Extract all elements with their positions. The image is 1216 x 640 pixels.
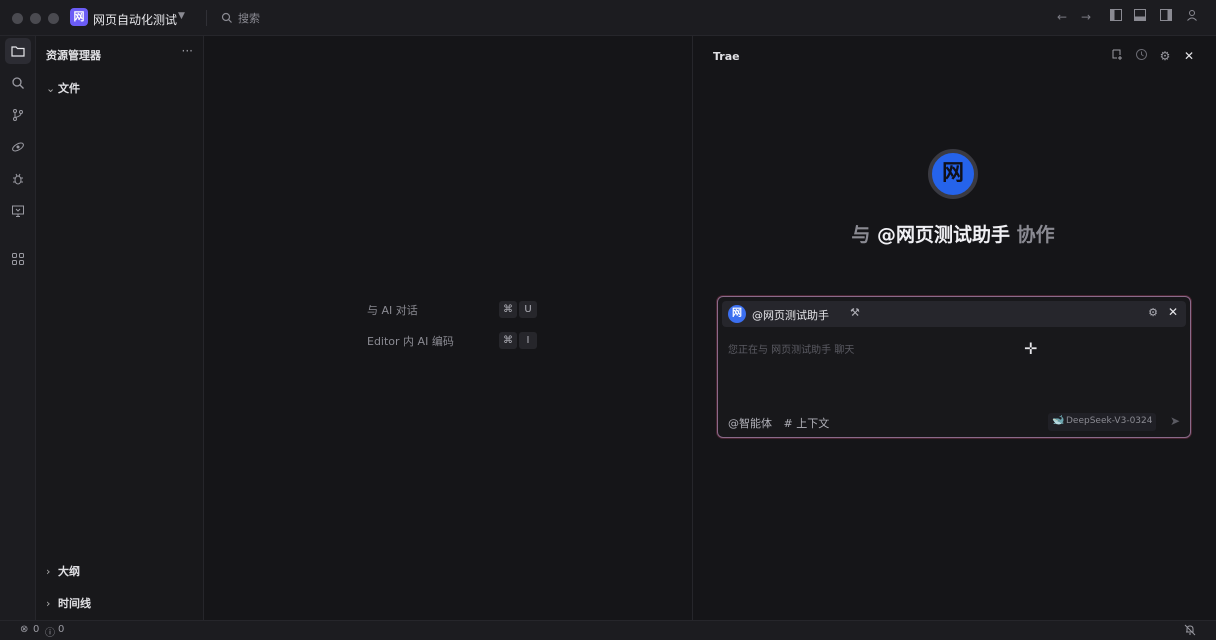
settings-gear-icon[interactable]: ⚙	[1157, 48, 1173, 64]
hint-label: Editor 内 AI 编码	[367, 335, 454, 348]
remote-icon[interactable]	[5, 134, 31, 160]
explorer-title: 资源管理器	[46, 49, 101, 62]
input-toolbar: @智能体 # 上下文	[728, 415, 829, 431]
divider	[206, 10, 207, 26]
agent-settings-gear-icon[interactable]: ⚙	[1148, 306, 1158, 319]
close-window-button[interactable]	[12, 13, 23, 24]
hint-label: 与 AI 对话	[367, 304, 418, 317]
chevron-down-icon[interactable]: ▼	[178, 11, 185, 21]
mention-agent-button[interactable]: @智能体	[728, 417, 772, 430]
collab-agent: @网页测试助手	[876, 224, 1010, 246]
app-logo: 网	[70, 8, 88, 26]
title-bar: 网 网页自动化测试 ▼ 搜索 ← →	[0, 0, 1216, 36]
chat-input-placeholder[interactable]: 您正在与 网页测试助手 聊天	[728, 341, 854, 356]
warning-icon[interactable]: ⓘ	[45, 624, 55, 639]
notifications-off-icon[interactable]	[1184, 624, 1196, 639]
minimize-window-button[interactable]	[30, 13, 41, 24]
collab-prefix: 与	[851, 224, 871, 246]
explorer-icon[interactable]	[5, 38, 31, 64]
error-count[interactable]: 0	[33, 624, 39, 635]
context-button[interactable]: # 上下文	[784, 417, 830, 430]
remove-agent-close-icon[interactable]: ✕	[1168, 305, 1178, 319]
collab-suffix: 协作	[1016, 224, 1055, 246]
search-icon	[221, 12, 232, 23]
new-chat-icon[interactable]	[1109, 48, 1125, 64]
warning-count[interactable]: 0	[58, 624, 64, 635]
chevron-right-icon: ›	[46, 597, 51, 610]
model-name: DeepSeek-V3-0324	[1066, 416, 1153, 426]
status-bar: ⊗ 0 ⓘ 0	[0, 620, 1216, 640]
toggle-bottom-panel-icon[interactable]	[1132, 9, 1148, 25]
chevron-right-icon: ›	[46, 565, 51, 578]
explorer-panel: 资源管理器 ··· ⌄ 文件 › 大纲 › 时间线	[36, 36, 204, 620]
activity-bar	[0, 36, 36, 620]
search-input[interactable]: 搜索	[218, 8, 1038, 28]
extensions-icon[interactable]	[5, 246, 31, 272]
section-label: 文件	[58, 82, 80, 95]
close-icon[interactable]: ✕	[1181, 48, 1197, 64]
mouse-cursor-icon: ✛	[1024, 339, 1038, 358]
section-label: 时间线	[58, 597, 91, 610]
section-label: 大纲	[58, 565, 80, 578]
agent-avatar: 网	[928, 149, 978, 199]
agent-chip-bar: 网 @网页测试助手 ⚒ ⚙ ✕	[722, 301, 1186, 327]
forward-arrow-icon[interactable]: →	[1078, 9, 1094, 25]
project-title[interactable]: 网页自动化测试	[93, 11, 177, 28]
ai-chat-panel: Trae ⚙ ✕ 网 与 @网页测试助手 协作 网 @网页测试助手 ⚒ ⚙ ✕ …	[692, 36, 1216, 620]
search-placeholder: 搜索	[238, 12, 260, 25]
shortcut-key: U	[519, 301, 537, 318]
zoom-window-button[interactable]	[48, 13, 59, 24]
back-arrow-icon[interactable]: ←	[1054, 9, 1070, 25]
preview-monitor-icon[interactable]	[5, 198, 31, 224]
agent-name: @网页测试助手	[752, 309, 829, 322]
account-icon[interactable]	[1184, 9, 1200, 25]
whale-icon: 🐋	[1052, 415, 1065, 426]
debug-bug-icon[interactable]	[5, 166, 31, 192]
history-icon[interactable]	[1133, 48, 1149, 64]
collaboration-heading: 与 @网页测试助手 协作	[693, 220, 1213, 247]
search-icon[interactable]	[5, 70, 31, 96]
shortcut-key: ⌘	[499, 332, 517, 349]
section-files[interactable]: ⌄ 文件	[46, 80, 80, 96]
error-icon[interactable]: ⊗	[20, 624, 28, 635]
toggle-right-panel-icon[interactable]	[1158, 9, 1174, 25]
agent-avatar-small: 网	[728, 305, 746, 323]
chevron-down-icon: ⌄	[46, 82, 56, 95]
editor-area: 与 AI 对话 ⌘ U Editor 内 AI 编码 ⌘ I	[204, 36, 692, 620]
section-timeline[interactable]: › 时间线	[46, 595, 91, 611]
chat-panel-title: Trae	[713, 50, 740, 63]
source-control-icon[interactable]	[5, 102, 31, 128]
section-outline[interactable]: › 大纲	[46, 563, 80, 579]
tools-icon[interactable]: ⚒	[850, 306, 860, 319]
chat-input-box[interactable]: 网 @网页测试助手 ⚒ ⚙ ✕ 您正在与 网页测试助手 聊天 ✛ @智能体 # …	[717, 296, 1191, 438]
model-selector[interactable]: 🐋 DeepSeek-V3-0324	[1048, 413, 1156, 431]
hint-inline-ai: Editor 内 AI 编码 ⌘ I	[367, 332, 537, 350]
hint-chat-with-ai: 与 AI 对话 ⌘ U	[367, 301, 537, 319]
more-actions-icon[interactable]: ···	[182, 44, 193, 58]
shortcut-key: I	[519, 332, 537, 349]
send-icon[interactable]: ➤	[1170, 414, 1180, 428]
toggle-left-panel-icon[interactable]	[1108, 9, 1124, 25]
shortcut-key: ⌘	[499, 301, 517, 318]
